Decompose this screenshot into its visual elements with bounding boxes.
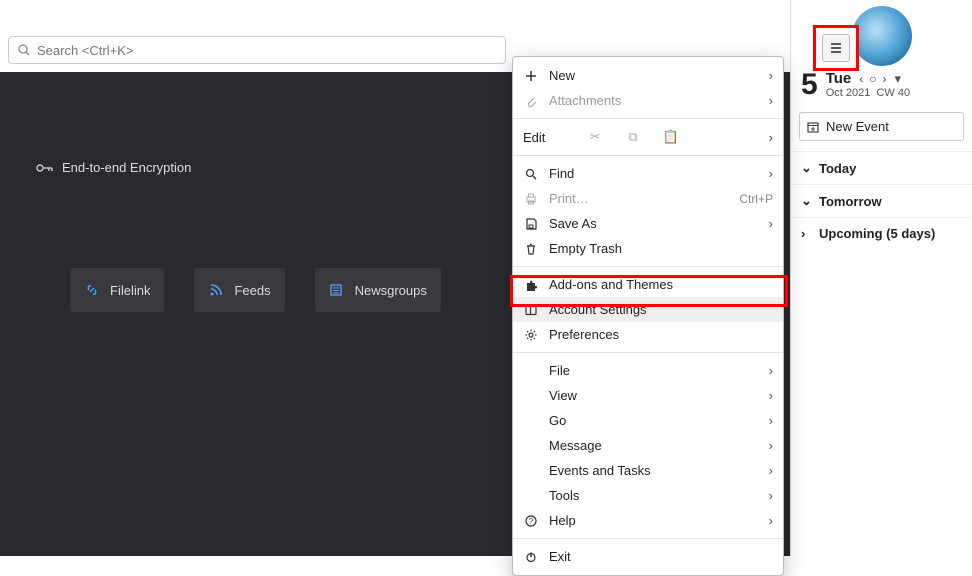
app-menu: New› Attachments› Edit ✂ ⧉ 📋 › Find› Pri… [512,56,784,576]
new-event-label: New Event [826,119,889,134]
menu-go[interactable]: Go› [513,408,783,433]
new-event-icon [806,120,820,134]
menu-attachments: Attachments› [513,88,783,113]
date-number: 5 [801,70,818,100]
copy-icon: ⧉ [619,129,647,145]
key-icon [36,161,54,175]
action-feeds[interactable]: Feeds [194,268,284,312]
sidebar-item-encryption[interactable]: End-to-end Encryption [36,160,191,175]
section-tomorrow[interactable]: ⌄Tomorrow [791,184,972,217]
date-today[interactable]: ○ [869,72,876,86]
chevron-right-icon[interactable]: › [769,130,773,145]
encryption-label: End-to-end Encryption [62,160,191,175]
feeds-label: Feeds [234,283,270,298]
toolbar: Search <Ctrl+K> Events ‹ › ✕ [0,30,972,70]
action-newsgroups[interactable]: Newsgroups [315,268,441,312]
section-upcoming[interactable]: ›Upcoming (5 days) [791,217,972,249]
link-icon [84,282,100,298]
section-today[interactable]: ⌄Today [791,151,972,184]
cut-icon: ✂ [581,129,609,145]
rss-icon [208,282,224,298]
new-event-button[interactable]: New Event [799,112,964,141]
plus-icon [523,68,539,84]
calendar-sidebar: 5 Tue ‹ ○ › ▾ Oct 2021 CW 40 New Event ⌄… [790,0,972,556]
menu-print: Print…Ctrl+P [513,186,783,211]
menu-edit-row: Edit ✂ ⧉ 📋 › [513,124,783,150]
attachment-icon [523,93,539,109]
account-settings-icon [523,302,539,318]
search-icon [523,166,539,182]
menu-help[interactable]: ?Help› [513,508,783,533]
printer-icon [523,191,539,207]
menu-message[interactable]: Message› [513,433,783,458]
menu-view[interactable]: View› [513,383,783,408]
search-placeholder: Search <Ctrl+K> [37,43,133,58]
help-icon: ? [523,513,539,529]
menu-empty-trash[interactable]: Empty Trash [513,236,783,261]
action-filelink[interactable]: Filelink [70,268,164,312]
menu-tools[interactable]: Tools› [513,483,783,508]
date-dropdown[interactable]: ▾ [895,71,902,87]
date-next[interactable]: › [883,72,887,86]
menu-new[interactable]: New› [513,63,783,88]
menu-find[interactable]: Find› [513,161,783,186]
trash-icon [523,241,539,257]
hamburger-icon [828,40,844,56]
menu-exit[interactable]: Exit [513,544,783,569]
newspaper-icon [329,282,345,298]
menu-addons[interactable]: Add-ons and Themes [513,272,783,297]
menu-save-as[interactable]: Save As› [513,211,783,236]
search-icon [17,43,31,57]
menu-file[interactable]: File› [513,358,783,383]
power-icon [523,549,539,565]
paste-icon: 📋 [657,129,685,145]
hamburger-highlight [813,25,859,71]
save-icon [523,216,539,232]
search-input[interactable]: Search <Ctrl+K> [8,36,506,64]
menu-account-settings[interactable]: Account Settings [513,297,783,322]
menu-events-tasks[interactable]: Events and Tasks› [513,458,783,483]
gear-icon [523,327,539,343]
app-menu-button[interactable] [822,34,850,62]
menu-preferences[interactable]: Preferences [513,322,783,347]
chevron-right-icon: › [769,93,773,108]
thunderbird-logo [852,6,912,66]
newsgroups-label: Newsgroups [355,283,427,298]
date-prev[interactable]: ‹ [859,72,863,86]
menu-edit: Edit [523,130,571,145]
chevron-right-icon: › [769,68,773,83]
filelink-label: Filelink [110,283,150,298]
day-of-week: Tue [826,70,852,87]
puzzle-icon [523,277,539,293]
svg-text:?: ? [529,517,534,526]
